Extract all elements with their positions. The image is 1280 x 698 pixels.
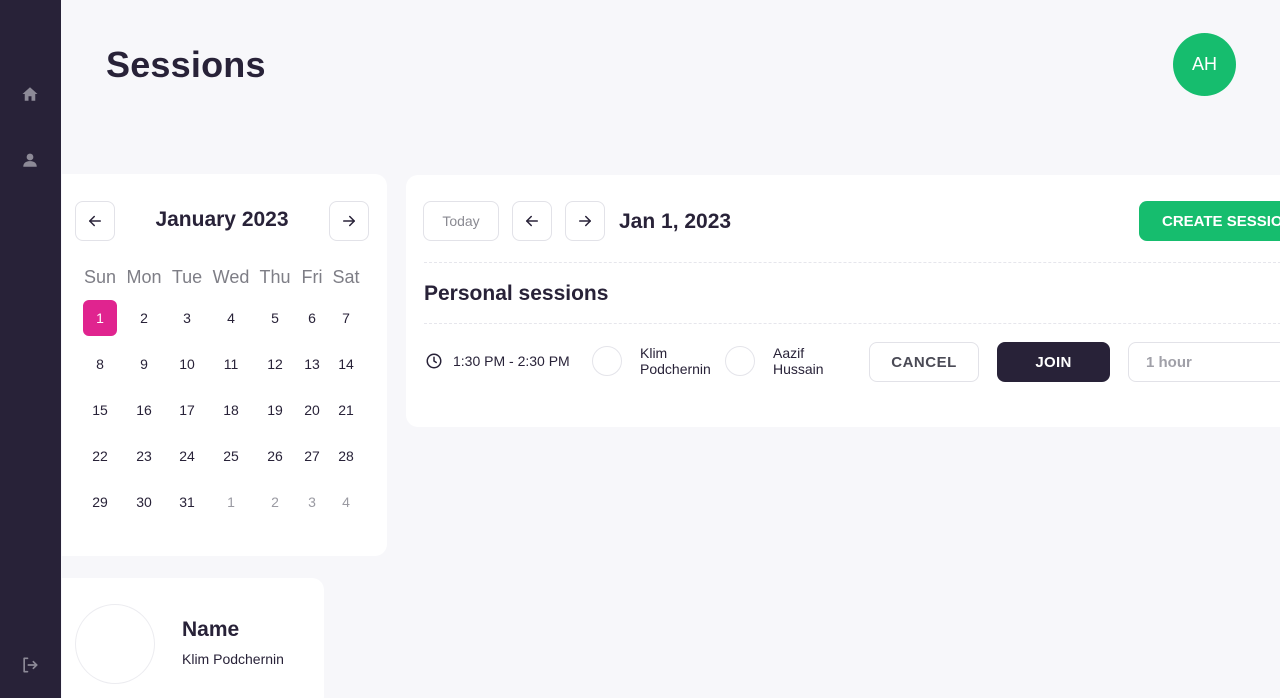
cancel-button[interactable]: CANCEL [869,342,979,382]
arrow-left-icon [89,215,101,227]
duration-select[interactable]: 1 hour [1128,342,1280,382]
today-button[interactable]: Today [423,201,499,241]
calendar-day[interactable]: 3 [170,300,204,336]
logout-icon[interactable] [19,654,41,676]
arrow-right-icon [343,215,355,227]
calendar-day[interactable]: 3 [295,484,329,520]
calendar-day[interactable]: 26 [258,438,292,474]
calendar-day[interactable]: 2 [258,484,292,520]
calendar-day[interactable]: 19 [258,392,292,428]
calendar-day[interactable]: 10 [170,346,204,382]
calendar-card: January 2023 Sun Mon Tue Wed Thu Fri Sat 12345… [62,174,387,556]
join-button[interactable]: JOIN [997,342,1110,382]
participant-avatar [725,346,755,376]
profile-name-value: Klim Podchernin [182,651,284,667]
selected-date: Jan 1, 2023 [619,210,732,233]
user-icon[interactable] [19,149,41,171]
prev-month-button[interactable] [75,201,115,241]
calendar-month-label: January 2023 [155,208,289,231]
calendar-day[interactable]: 7 [329,300,363,336]
arrow-right-icon [579,215,591,227]
arrow-left-icon [526,215,538,227]
calendar-day[interactable]: 20 [295,392,329,428]
calendar-day[interactable]: 9 [127,346,161,382]
create-session-button[interactable]: CREATE SESSION [1139,201,1280,241]
weekday-label: Mon [126,267,162,287]
calendar-day[interactable]: 15 [83,392,117,428]
weekday-label: Wed [212,267,250,287]
session-time-text: 1:30 PM - 2:30 PM [453,353,570,369]
divider [424,262,1280,263]
calendar-day[interactable]: 4 [214,300,248,336]
calendar-day[interactable]: 31 [170,484,204,520]
calendar-day[interactable]: 1 [83,300,117,336]
calendar-day[interactable]: 2 [127,300,161,336]
next-month-button[interactable] [329,201,369,241]
next-day-button[interactable] [565,201,605,241]
weekday-label: Tue [171,267,203,287]
calendar-day[interactable]: 30 [127,484,161,520]
calendar-day[interactable]: 11 [214,346,248,382]
calendar-day[interactable]: 25 [214,438,248,474]
calendar-day[interactable]: 5 [258,300,292,336]
participant-avatar [592,346,622,376]
home-icon[interactable] [19,83,41,105]
calendar-day[interactable]: 16 [127,392,161,428]
calendar-day[interactable]: 17 [170,392,204,428]
calendar-day[interactable]: 23 [127,438,161,474]
prev-day-button[interactable] [512,201,552,241]
participant-name: Klim Podchernin [640,345,711,377]
calendar-day[interactable]: 27 [295,438,329,474]
weekday-label: Sat [332,267,360,287]
user-avatar[interactable]: AH [1173,33,1236,96]
profile-card: Name Klim Podchernin [62,578,324,698]
section-title: Personal sessions [424,282,609,305]
calendar-day[interactable]: 14 [329,346,363,382]
weekday-label: Sun [83,267,117,287]
profile-name-label: Name [182,618,240,641]
calendar-day[interactable]: 21 [329,392,363,428]
divider [424,323,1280,324]
session-time: 1:30 PM - 2:30 PM [425,352,570,370]
calendar-day[interactable]: 6 [295,300,329,336]
calendar-day[interactable]: 28 [329,438,363,474]
participant-name: Aazif Hussain [773,345,824,377]
calendar-day[interactable]: 24 [170,438,204,474]
calendar-day[interactable]: 8 [83,346,117,382]
weekday-label: Thu [259,267,291,287]
page-title: Sessions [106,44,266,85]
calendar-day[interactable]: 12 [258,346,292,382]
sidebar [0,0,61,698]
sessions-card: Today Jan 1, 2023 CREATE SESSION Persona… [406,175,1280,427]
calendar-day[interactable]: 4 [329,484,363,520]
calendar-day[interactable]: 18 [214,392,248,428]
calendar-day[interactable]: 22 [83,438,117,474]
clock-icon [426,353,442,369]
calendar-day[interactable]: 29 [83,484,117,520]
calendar-day[interactable]: 13 [295,346,329,382]
calendar-day[interactable]: 1 [214,484,248,520]
profile-photo [75,604,155,684]
